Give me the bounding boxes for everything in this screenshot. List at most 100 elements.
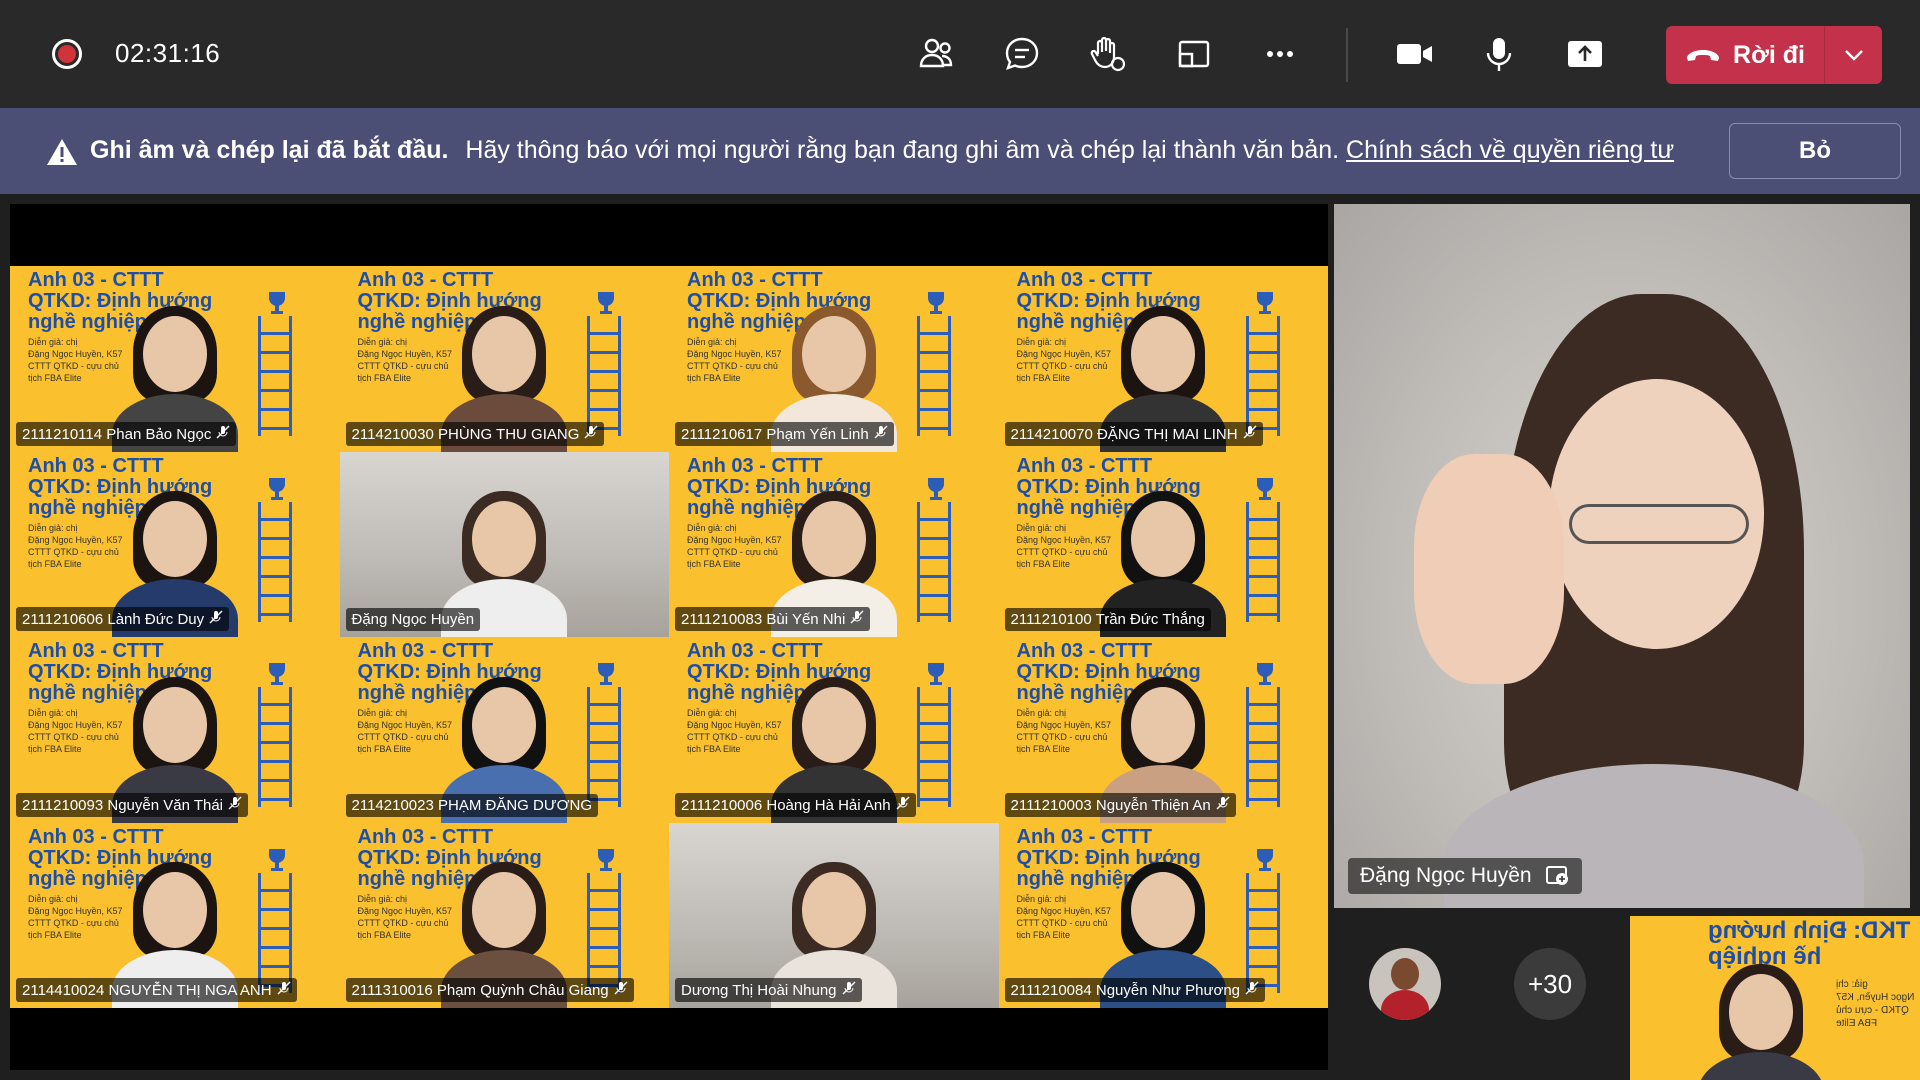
participant-name-tag: 2111210114 Phan Bảo Ngọc — [16, 421, 237, 446]
ladder-graphic — [916, 687, 951, 807]
participant-tile[interactable]: Anh 03 - CTTT QTKD: Định hướng nghề nghiệp… — [339, 637, 669, 823]
raise-hand-icon[interactable] — [1086, 32, 1130, 76]
leave-button[interactable]: Rời đi — [1666, 26, 1882, 84]
participant-tile[interactable]: Đặng Ngọc Huyền — [339, 451, 669, 637]
mic-off-icon — [1216, 796, 1230, 809]
meeting-timer: 02:31:16 — [115, 38, 221, 68]
spotlight-glasses — [1569, 504, 1749, 544]
participant-tile[interactable]: Anh 03 - CTTT QTKD: Định hướng nghề nghiệp… — [998, 822, 1328, 1008]
gallery-stage: Anh 03 - CTTT QTKD: Định hướng nghề nghiệp… — [10, 204, 1328, 1070]
ladder-graphic — [1246, 687, 1280, 807]
participant-name-tag: 2114210030 PHÙNG THU GIANG — [345, 421, 605, 446]
trophy-icon — [598, 292, 614, 314]
spotlight-hand — [1414, 454, 1564, 684]
participant-name: 2111210006 Hoàng Hà Hải Anh — [681, 796, 891, 814]
mic-off-icon — [228, 796, 242, 809]
avatar[interactable] — [1369, 948, 1441, 1020]
ladder-graphic — [1246, 316, 1280, 436]
mic-off-icon — [614, 981, 628, 995]
pin-icon[interactable] — [1545, 865, 1570, 887]
ladder-graphic — [257, 316, 292, 436]
mic-off-icon — [1245, 981, 1259, 995]
banner-message: Hãy thông báo với mọi người rằng bạn đan… — [465, 136, 1340, 164]
ladder-graphic — [587, 687, 621, 807]
participant-tile[interactable]: Anh 03 - CTTT QTKD: Định hướng nghề nghiệp… — [10, 637, 340, 823]
participant-tile[interactable]: Anh 03 - CTTT QTKD: Định hướng nghề nghiệp… — [998, 266, 1328, 452]
participant-tile[interactable]: Anh 03 - CTTT QTKD: Định hướng nghề nghiệp… — [998, 637, 1328, 823]
leave-options-button[interactable] — [1825, 26, 1882, 84]
participant-tile[interactable]: Anh 03 - CTTT QTKD: Định hướng nghề nghiệp… — [339, 266, 669, 452]
dismiss-button[interactable]: Bỏ — [1729, 123, 1901, 179]
leave-main[interactable]: Rời đi — [1666, 26, 1824, 84]
participant-name: 2111210084 Nguyễn Như Phương — [1010, 982, 1241, 999]
camera-icon[interactable] — [1392, 32, 1436, 76]
trophy-icon — [927, 292, 944, 314]
trophy-icon — [598, 663, 614, 685]
chat-icon[interactable] — [1000, 32, 1044, 76]
share-tray-icon[interactable] — [1172, 32, 1216, 76]
participant-name-tag: 2111210606 Lành Đức Duy — [16, 607, 230, 631]
spotlight-video[interactable]: Đặng Ngọc Huyền — [1334, 204, 1910, 908]
participant-name-tag: 2114410024 NGUYỄN THỊ NGA ANH — [16, 978, 297, 1002]
trophy-icon — [268, 663, 285, 685]
ladder-graphic — [257, 687, 292, 807]
mic-off-icon — [850, 610, 864, 624]
spotlight-name: Đặng Ngọc Huyền — [1360, 864, 1532, 887]
participant-name-tag: Đặng Ngọc Huyền — [345, 608, 481, 631]
ladder-graphic — [1246, 501, 1280, 622]
participant-tile[interactable]: Anh 03 - CTTT QTKD: Định hướng nghề nghiệp… — [339, 822, 669, 1008]
microphone-icon[interactable] — [1477, 32, 1521, 76]
participant-name-tag: 2114210023 PHẠM ĐĂNG DƯƠNG — [345, 793, 598, 817]
trophy-icon — [598, 848, 614, 871]
participant-tile[interactable]: Anh 03 - CTTT QTKD: Định hướng nghề nghiệp… — [669, 266, 999, 452]
overflow-participants-button[interactable]: +30 — [1514, 948, 1586, 1020]
participant-tile[interactable]: Anh 03 - CTTT QTKD: Định hướng nghề nghiệp… — [10, 266, 340, 452]
warning-icon — [47, 139, 77, 165]
participant-name-tag: 2114210070 ĐẶNG THỊ MAI LINH — [1004, 421, 1263, 446]
recording-indicator-icon — [52, 39, 82, 69]
participant-name-tag: Dương Thị Hoài Nhung — [675, 978, 862, 1002]
participant-name: 2111310016 Phạm Quỳnh Châu Giang — [351, 982, 609, 999]
participant-name-tag: 2111210100 Trần Đức Thắng — [1004, 608, 1211, 631]
mic-off-icon — [584, 425, 598, 438]
share-screen-icon[interactable] — [1563, 32, 1607, 76]
participant-tile[interactable]: Anh 03 - CTTT QTKD: Định hướng nghề nghiệp… — [10, 451, 340, 637]
trophy-icon — [1257, 663, 1273, 685]
participant-name: 2111210083 Bùi Yến Nhi — [681, 611, 846, 628]
participant-tile[interactable]: Dương Thị Hoài Nhung — [669, 822, 999, 1008]
recording-banner: Ghi âm và chép lại đã bắt đầu. Hãy thông… — [0, 108, 1920, 194]
participant-name-tag: 2111210083 Bùi Yến Nhi — [675, 607, 871, 631]
participant-tile[interactable]: Anh 03 - CTTT QTKD: Định hướng nghề nghiệp… — [10, 822, 340, 1008]
participant-name-tag: 2111210006 Hoàng Hà Hải Anh — [675, 792, 916, 817]
participant-name: 2111210114 Phan Bảo Ngọc — [22, 425, 212, 443]
ladder-graphic — [1246, 872, 1280, 993]
ladder-graphic — [257, 872, 292, 993]
spotlight-name-tag: Đặng Ngọc Huyền — [1348, 858, 1582, 894]
ladder-graphic — [916, 316, 951, 436]
participant-tile[interactable]: Anh 03 - CTTT QTKD: Định hướng nghề nghiệp… — [998, 451, 1328, 637]
participant-name-tag: 2111210093 Nguyễn Văn Thái — [16, 792, 248, 817]
privacy-policy-link[interactable]: Chính sách về quyền riêng tư — [1346, 136, 1674, 164]
ladder-graphic — [587, 872, 621, 993]
participant-name: Dương Thị Hoài Nhung — [681, 982, 837, 999]
participant-name-tag: 2111210617 Phạm Yến Linh — [675, 421, 894, 446]
meeting-toolbar: 02:31:16 Rời đi — [0, 0, 1920, 108]
participant-name: 2114210030 PHÙNG THU GIANG — [351, 425, 580, 443]
trophy-icon — [268, 477, 285, 500]
participant-name-tag: 2111210003 Nguyễn Thiện An — [1004, 792, 1236, 817]
mic-off-icon — [896, 796, 910, 809]
ladder-graphic — [587, 316, 621, 436]
trophy-icon — [927, 477, 944, 500]
hang-up-icon — [1687, 50, 1720, 61]
participant-tile[interactable]: Anh 03 - CTTT QTKD: Định hướng nghề nghiệp… — [669, 451, 999, 637]
participant-tile[interactable]: Anh 03 - CTTT QTKD: Định hướng nghề nghiệp… — [669, 637, 999, 823]
trophy-icon — [268, 292, 285, 314]
self-person — [1686, 960, 1836, 1080]
people-icon[interactable] — [914, 32, 958, 76]
mic-off-icon — [277, 981, 291, 995]
self-view[interactable]: TKD: Định hướng hề nghiệp giả: chị Ngọc Hu… — [1630, 916, 1920, 1080]
participant-name: 2111210617 Phạm Yến Linh — [681, 425, 869, 443]
participant-name: 2114410024 NGUYỄN THỊ NGA ANH — [22, 982, 272, 999]
self-slide-sub: giả: chị Ngọc Huyền, K57 QTKD - cựu chủ FBA… — [1835, 979, 1914, 1029]
more-icon[interactable] — [1258, 32, 1302, 76]
